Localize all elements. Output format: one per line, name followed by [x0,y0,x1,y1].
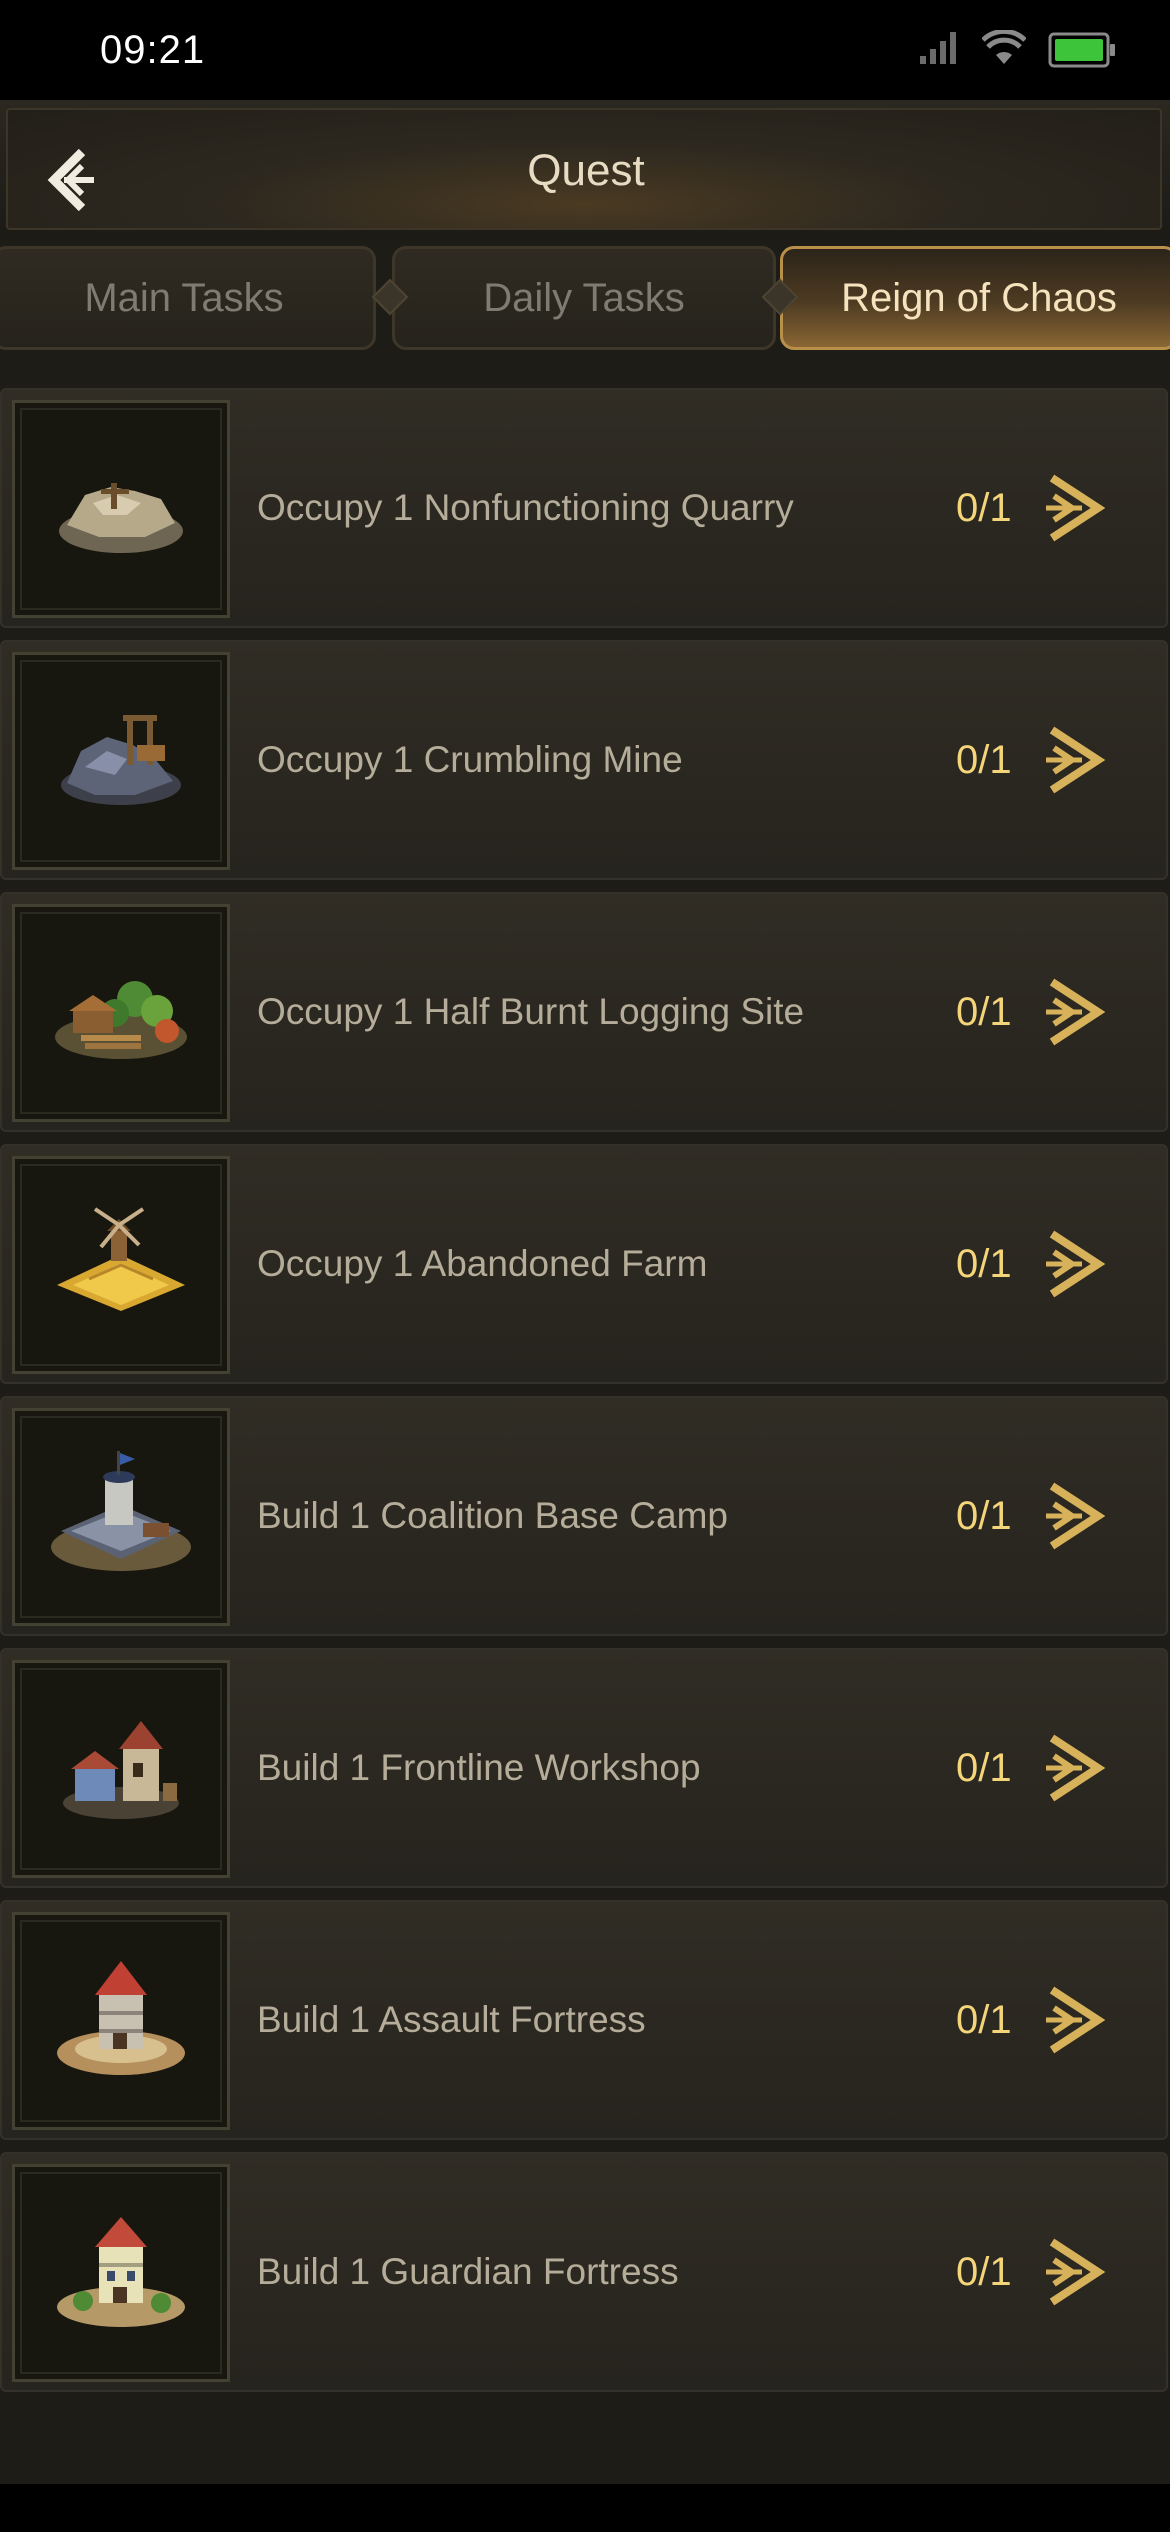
quest-label: Occupy 1 Crumbling Mine [257,739,683,780]
quest-label: Build 1 Coalition Base Camp [257,1495,728,1536]
quest-screen: 09:21 Quest Main Tasks Daily Tasks Reign… [0,0,1170,2532]
wifi-icon [982,30,1026,64]
quest-row[interactable]: Occupy 1 Abandoned Farm 0/1 [0,1144,1168,1384]
farm-icon [57,1207,185,1311]
go-button[interactable] [1042,1982,1112,2058]
go-button[interactable] [1042,1226,1112,1302]
quest-label: Build 1 Assault Fortress [257,1999,646,2040]
tab-reign-of-chaos[interactable]: Reign of Chaos [780,246,1170,350]
tab-main-tasks[interactable]: Main Tasks [0,246,376,350]
quest-progress: 0/1 [956,990,1012,1034]
quest-thumbnail [12,1912,230,2130]
go-arrow-icon [1046,1482,1106,1550]
status-time: 09:21 [100,28,206,72]
logging-site-icon [55,981,187,1059]
quest-progress: 0/1 [956,738,1012,782]
quarry-icon [59,483,183,553]
quest-progress: 0/1 [956,486,1012,530]
go-arrow-icon [1046,474,1106,542]
tab-bar: Main Tasks Daily Tasks Reign of Chaos [0,246,1170,352]
go-arrow-icon [1046,726,1106,794]
quest-thumbnail [12,1660,230,1878]
page-title: Quest [527,146,645,195]
quest-row[interactable]: Build 1 Assault Fortress 0/1 [0,1900,1168,2140]
quest-progress: 0/1 [956,1242,1012,1286]
go-button[interactable] [1042,1730,1112,1806]
quest-progress: 0/1 [956,2250,1012,2294]
quest-row[interactable]: Build 1 Coalition Base Camp 0/1 [0,1396,1168,1636]
go-button[interactable] [1042,2234,1112,2310]
quest-thumbnail [12,1156,230,1374]
status-bar: 09:21 [0,0,1170,100]
back-button[interactable] [38,140,118,220]
go-arrow-icon [1046,1986,1106,2054]
quest-progress: 0/1 [956,1746,1012,1790]
quest-label: Build 1 Guardian Fortress [257,2251,679,2292]
go-arrow-icon [1046,2238,1106,2306]
quest-progress: 0/1 [956,1998,1012,2042]
quest-progress: 0/1 [956,1494,1012,1538]
quest-thumbnail [12,1408,230,1626]
quest-row[interactable]: Occupy 1 Nonfunctioning Quarry 0/1 [0,388,1168,628]
guardian-fortress-icon [57,2217,185,2327]
battery-icon [1048,32,1115,68]
go-arrow-icon [1046,978,1106,1046]
go-button[interactable] [1042,974,1112,1050]
quest-thumbnail [12,2164,230,2382]
workshop-icon [63,1721,179,1819]
tab-daily-tasks[interactable]: Daily Tasks [392,246,776,350]
quest-label: Occupy 1 Half Burnt Logging Site [257,991,805,1032]
cellular-signal-icon [920,32,956,64]
mine-icon [61,715,181,805]
quest-row[interactable]: Build 1 Guardian Fortress 0/1 [0,2152,1168,2392]
go-arrow-icon [1046,1230,1106,1298]
quest-thumbnail [12,400,230,618]
go-button[interactable] [1042,722,1112,798]
go-button[interactable] [1042,470,1112,546]
header-panel: Quest [6,108,1162,230]
quest-thumbnail [12,904,230,1122]
quest-label: Build 1 Frontline Workshop [257,1747,701,1788]
bottom-bar [0,2484,1170,2532]
quest-row[interactable]: Occupy 1 Crumbling Mine 0/1 [0,640,1168,880]
quest-row[interactable]: Occupy 1 Half Burnt Logging Site 0/1 [0,892,1168,1132]
assault-fortress-icon [57,1961,185,2075]
quest-label: Occupy 1 Abandoned Farm [257,1243,708,1284]
header: Quest [0,100,1170,240]
quest-row[interactable]: Build 1 Frontline Workshop 0/1 [0,1648,1168,1888]
base-camp-icon [51,1451,191,1571]
back-arrow-icon [47,148,94,212]
go-arrow-icon [1046,1734,1106,1802]
quest-label: Occupy 1 Nonfunctioning Quarry [257,487,794,528]
go-button[interactable] [1042,1478,1112,1554]
quest-thumbnail [12,652,230,870]
